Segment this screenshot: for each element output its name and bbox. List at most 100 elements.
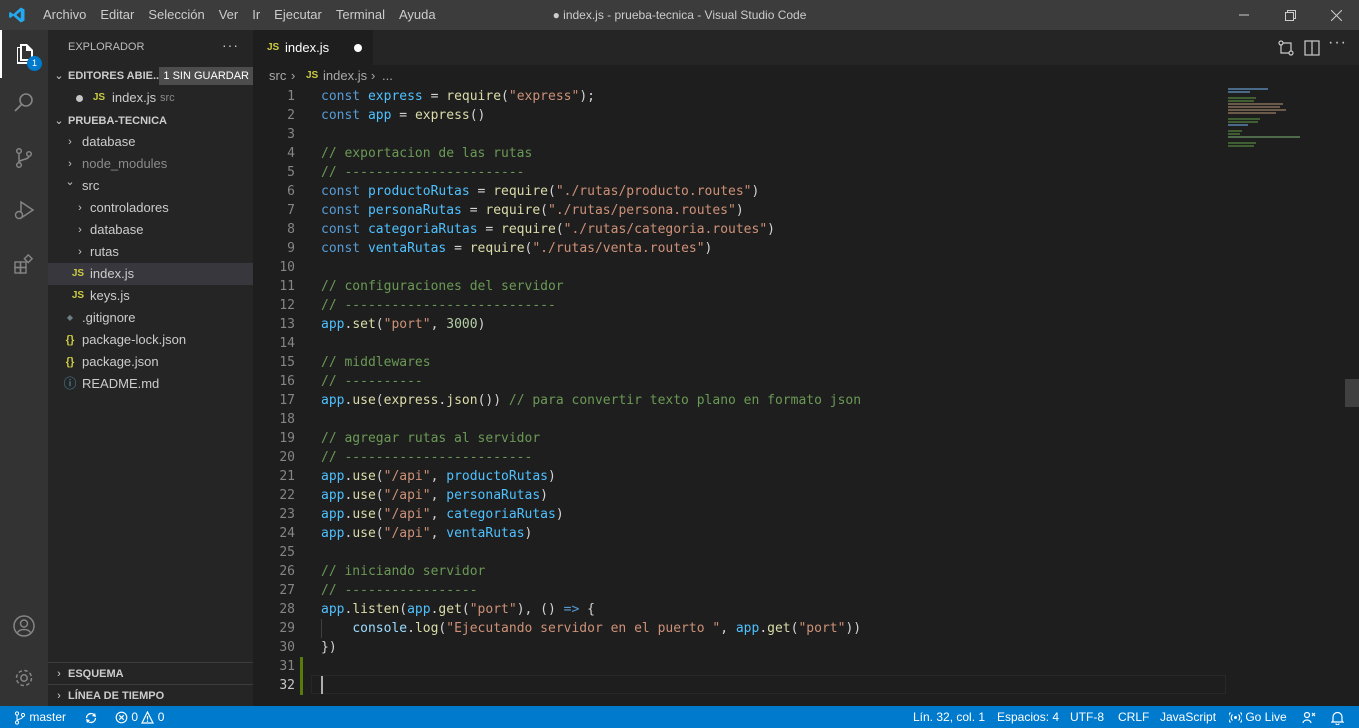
code-line: 25 [253,543,1359,562]
menu-bar: Archivo Editar Selección Ver Ir Ejecutar… [36,0,443,30]
close-button[interactable] [1313,0,1359,30]
code-text: // --------------------------- [321,298,556,313]
code-editor[interactable]: 1 const express = require("express"); 2 co… [253,87,1359,706]
tree-item-label: .gitignore [82,310,136,325]
outline-header[interactable]: › ESQUEMA [48,662,253,685]
line-number: 21 [279,469,295,484]
source-control-activity[interactable] [0,134,48,182]
sidebar-title: EXPLORADOR [68,41,145,53]
tree-item-label: README.md [82,376,160,391]
restore-button[interactable] [1267,0,1313,30]
more-actions-icon[interactable]: ··· [222,37,239,53]
line-number: 18 [279,412,295,427]
code-text: // ------------------------ [321,450,533,465]
problems-status[interactable]: 0 0 [115,706,164,728]
menu-terminal[interactable]: Terminal [329,0,392,30]
search-activity[interactable] [0,78,48,126]
line-number: 22 [279,488,295,503]
tree-item-readme[interactable]: ⓘ README.md [48,373,253,395]
tree-item-rutas[interactable]: › rutas [48,241,253,263]
unsaved-dot-icon[interactable] [354,44,362,52]
tree-item-index-js[interactable]: JS index.js [48,263,253,285]
tree-item-keys-js[interactable]: JS keys.js [48,285,253,307]
timeline-label: LÍNEA DE TIEMPO [68,690,165,702]
menu-ver[interactable]: Ver [212,0,246,30]
branch-status[interactable]: master [14,706,66,728]
line-number: 2 [287,108,295,123]
line-number: 10 [279,260,295,275]
tree-item-gitignore[interactable]: ◆ .gitignore [48,307,253,329]
vertical-scrollbar[interactable] [1345,379,1359,407]
timeline-header[interactable]: › LÍNEA DE TIEMPO [48,684,253,707]
tree-item-controladores[interactable]: › controladores [48,197,253,219]
menu-ir[interactable]: Ir [245,0,267,30]
notifications-button[interactable] [1330,706,1345,728]
run-debug-activity[interactable] [0,186,48,234]
line-number: 5 [287,165,295,180]
more-actions-icon[interactable]: ··· [1328,34,1348,54]
feedback-button[interactable] [1302,706,1316,728]
eol-status[interactable]: CRLF [1118,706,1149,728]
code-line: 9 const ventaRutas = require("./rutas/ven… [253,239,1359,258]
code-line: 6 const productoRutas = require("./rutas/… [253,182,1359,201]
menu-seleccion[interactable]: Selección [141,0,211,30]
text-cursor [321,676,323,694]
tree-item-node-modules[interactable]: › node_modules [48,153,253,175]
code-line: 3 [253,125,1359,144]
menu-archivo[interactable]: Archivo [36,0,93,30]
sync-button[interactable] [84,706,98,728]
breadcrumb-folder[interactable]: src [269,65,286,87]
tree-item-src-database[interactable]: › database [48,219,253,241]
menu-editar[interactable]: Editar [93,0,141,30]
go-live-button[interactable]: Go Live [1227,706,1287,728]
cursor-position[interactable]: Lín. 32, col. 1 [913,706,985,728]
code-text: // middlewares [321,355,431,370]
info-file-icon: ⓘ [63,376,77,391]
line-number: 6 [287,184,295,199]
line-number: 11 [279,279,295,294]
project-header[interactable]: ⌄ PRUEBA-TECNICA [48,110,253,132]
menu-ejecutar[interactable]: Ejecutar [267,0,329,30]
menu-ayuda[interactable]: Ayuda [392,0,443,30]
accounts-activity[interactable] [0,602,48,650]
branch-name: master [29,710,67,724]
line-number: 17 [279,393,295,408]
tree-item-label: database [90,222,144,237]
explorer-sidebar: EXPLORADOR ··· ⌄ EDITORES ABIE... 1 SIN … [48,30,253,706]
breadcrumb-symbol[interactable]: ... [382,65,393,87]
explorer-activity[interactable]: 1 [0,30,48,78]
code-line: 12 // --------------------------- [253,296,1359,315]
js-file-icon: JS [71,268,85,279]
code-line: 28 app.listen(app.get("port"), () => { [253,600,1359,619]
search-icon [14,93,33,112]
code-line: 19 // agregar rutas al servidor [253,429,1359,448]
open-editors-header[interactable]: ⌄ EDITORES ABIE... 1 SIN GUARDAR [48,65,253,87]
language-mode[interactable]: JavaScript [1160,706,1216,728]
tree-item-package-lock[interactable]: {} package-lock.json [48,329,253,351]
manage-activity[interactable] [0,654,48,702]
bell-icon [1330,711,1345,726]
indentation-status[interactable]: Espacios: 4 [997,706,1059,728]
open-editor-item[interactable]: JS index.js src [48,87,253,109]
tree-item-database[interactable]: › database [48,131,253,153]
tree-item-package-json[interactable]: {} package.json [48,351,253,373]
code-text: app.listen(app.get("port"), () => { [321,602,595,617]
encoding-status[interactable]: UTF-8 [1070,706,1104,728]
extensions-activity[interactable] [0,240,48,288]
title-bar: Archivo Editar Selección Ver Ir Ejecutar… [0,0,1359,30]
open-changes-icon[interactable] [1276,38,1296,58]
gear-icon [15,669,33,687]
line-number: 9 [287,241,295,256]
line-number: 31 [279,659,295,674]
breadcrumb-file[interactable]: index.js [323,65,367,87]
split-editor-icon[interactable] [1302,38,1322,58]
chevron-down-icon: ⌄ [54,70,64,82]
minimize-button[interactable] [1221,0,1267,30]
outline-label: ESQUEMA [68,668,124,680]
line-number: 29 [279,621,295,636]
minimize-icon [1239,14,1249,16]
tab-index-js[interactable]: JS index.js [253,30,373,65]
tree-item-src[interactable]: ⌄ src [48,175,253,197]
minimap[interactable] [1228,87,1348,157]
code-text: app.set("port", 3000) [321,317,486,332]
